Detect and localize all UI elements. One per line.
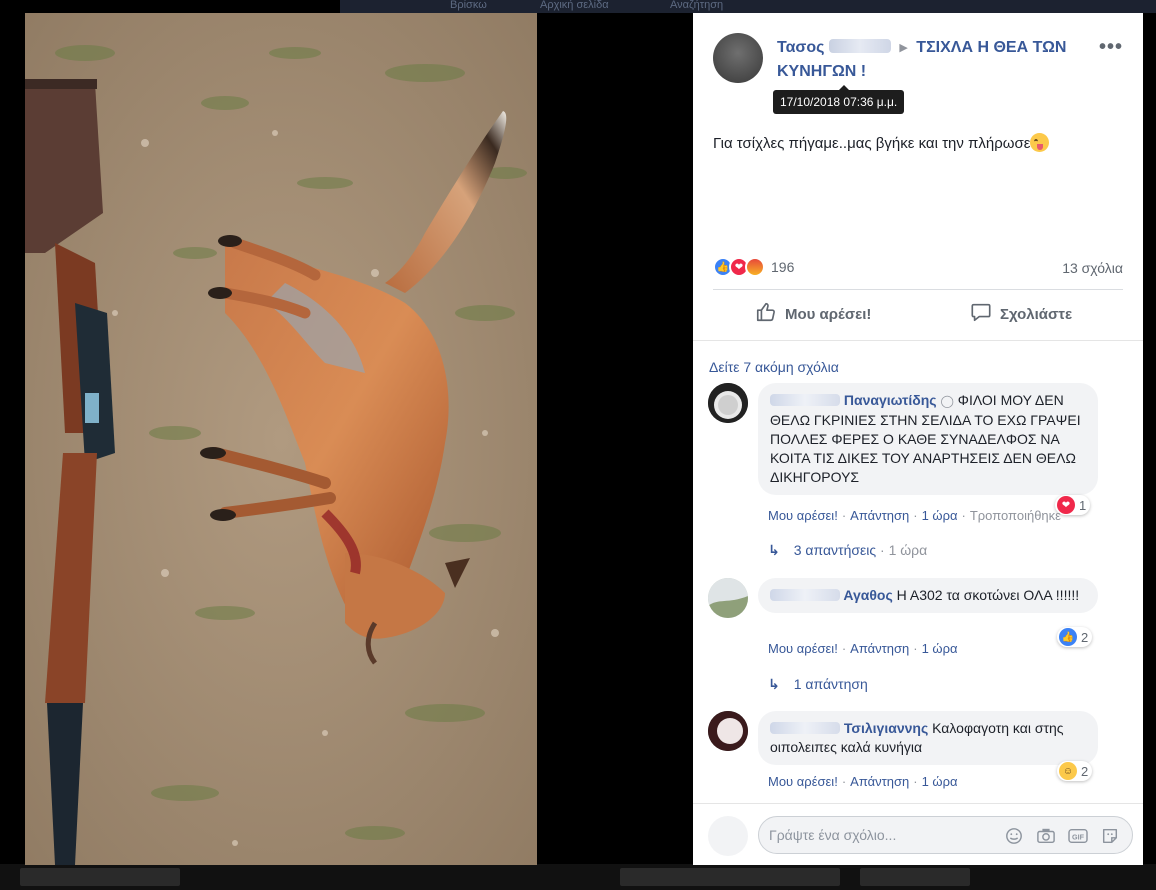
commenter-name[interactable]: Παναγιωτίδης [844,392,937,408]
comment-reply-link[interactable]: Απάντηση [850,641,909,656]
timestamp-tooltip: 17/10/2018 07:36 μ.μ. [773,85,905,114]
comment-avatar[interactable] [708,711,748,751]
reaction-count: 196 [771,259,795,275]
reply-arrow-icon: ↳ [768,676,780,692]
comment-time[interactable]: 1 ώρα [922,508,958,523]
commenter-name-blur [770,722,840,734]
post-text: Για τσίχλες πήγαμε..μας βγήκε και την πλ… [713,133,1050,152]
like-reaction-icon: 👍 [1059,628,1077,646]
replies-count: 3 απαντήσεις [793,542,877,558]
comment-like-link[interactable]: Μου αρέσει! [768,641,838,656]
comment-meta: Μου αρέσει! · Απάντηση · 1 ώρα · Τροποποιήθηκε [768,508,1061,523]
comment-avatar[interactable] [708,383,748,423]
divider [713,289,1123,290]
smiley-icon[interactable] [1004,826,1024,846]
reply-arrow-icon: ↳ [768,542,780,558]
tongue-emoji-icon [1030,133,1050,152]
background-strip [0,864,1156,890]
like-button[interactable]: Μου αρέσει! [755,301,871,327]
angry-reaction-icon [745,257,765,277]
reaction-summary[interactable]: 👍 ❤ 196 [713,257,794,277]
comment-meta: Μου αρέσει! · Απάντηση · 1 ώρα [768,641,958,656]
post-header: Τασος ▶ ΤΣΙΧΛΑ Η ΘΕΑ ΤΩΝ ΚΥΝΗΓΩΝ ! [777,36,1097,83]
post-photo[interactable] [25,13,537,865]
comment-button-label: Σχολιάστε [1000,305,1073,323]
comment-bubble: Παναγιωτίδης ◯ ΦΙΛΟΙ ΜΟΥ ΔΕΝ ΘΕΛΩ ΓΚΡΙΝΙ… [758,383,1098,495]
author-name-blur [828,39,891,53]
see-more-comments-link[interactable]: Δείτε 7 ακόμη σχόλια [709,359,839,375]
commenter-name-blur [770,589,840,601]
comment-input[interactable] [769,817,989,853]
divider [693,803,1143,804]
arrow-right-icon: ▶ [899,42,908,54]
commenter-name[interactable]: Τσιλιγιαννης [844,720,928,736]
commenter-name[interactable]: Αγαθος [843,587,892,603]
comment-like-link[interactable]: Μου αρέσει! [768,508,838,523]
comment-reaction-count: 2 [1081,629,1089,645]
svg-text:GIF: GIF [1072,833,1085,842]
comment-reaction-count: 2 [1081,763,1089,779]
comment-time[interactable]: 1 ώρα [922,774,958,789]
haha-reaction-icon: ☺ [1059,762,1077,780]
comment-meta: Μου αρέσει! · Απάντηση · 1 ώρα [768,774,958,789]
like-button-label: Μου αρέσει! [785,305,872,323]
comments-count[interactable]: 13 σχόλια [1062,260,1123,276]
view-replies-link[interactable]: ↳ 3 απαντήσεις · 1 ώρα [768,542,927,559]
comment-reaction-pill[interactable]: 👍 2 [1057,627,1093,647]
sticker-icon[interactable] [1100,826,1120,846]
nav-item-home: Αρχική σελίδα [540,0,609,11]
post-text-content: Για τσίχλες πήγαμε..μας βγήκε και την πλ… [713,135,1031,152]
comment-like-link[interactable]: Μου αρέσει! [768,774,838,789]
commenter-name-blur [770,394,840,406]
camera-icon[interactable] [1036,826,1056,846]
nav-item-find: Βρίσκω [450,0,487,11]
comment-reply-link[interactable]: Απάντηση [850,508,909,523]
composer-tools: GIF [1004,826,1120,846]
comment-reaction-count: 1 [1079,497,1087,513]
comment-time[interactable]: 1 ώρα [922,641,958,656]
view-replies-link[interactable]: ↳ 1 απάντηση [768,676,868,693]
comment-reaction-pill[interactable]: ☺ 2 [1057,761,1093,781]
author-avatar[interactable] [713,33,763,83]
post-panel: Τασος ▶ ΤΣΙΧΛΑ Η ΘΕΑ ΤΩΝ ΚΥΝΗΓΩΝ ! ••• 1… [693,13,1143,865]
comment-bubble: Αγαθος Η Α302 τα σκοτώνει ΟΛΑ !!!!!! [758,578,1098,613]
thumbs-up-icon [755,301,777,327]
more-options-icon[interactable]: ••• [1099,36,1123,59]
comment-bubble: Τσιλιγιαννης Καλοφαγοτη και στης οιπολει… [758,711,1098,765]
current-user-avatar [708,816,748,856]
nav-item-search: Αναζήτηση [670,0,724,11]
comment-avatar[interactable] [708,578,748,618]
comment-composer: GIF [758,816,1133,854]
comment-button[interactable]: Σχολιάστε [970,301,1072,327]
comment-bubble-icon [970,301,992,327]
author-name[interactable]: Τασος [777,39,824,56]
comment-edited-label[interactable]: Τροποποιήθηκε [970,508,1061,523]
background-navbar: Βρίσκω Αρχική σελίδα Αναζήτηση [340,0,1156,13]
fox-photo-illustration [25,13,537,865]
comment-reply-link[interactable]: Απάντηση [850,774,909,789]
gif-icon[interactable]: GIF [1068,826,1088,846]
replies-time: 1 ώρα [888,542,928,558]
divider [693,340,1143,341]
replies-count: 1 απάντηση [793,676,868,692]
shield-badge-icon: ◯ [940,394,954,408]
comment-text: Η Α302 τα σκοτώνει ΟΛΑ !!!!!! [896,587,1080,603]
